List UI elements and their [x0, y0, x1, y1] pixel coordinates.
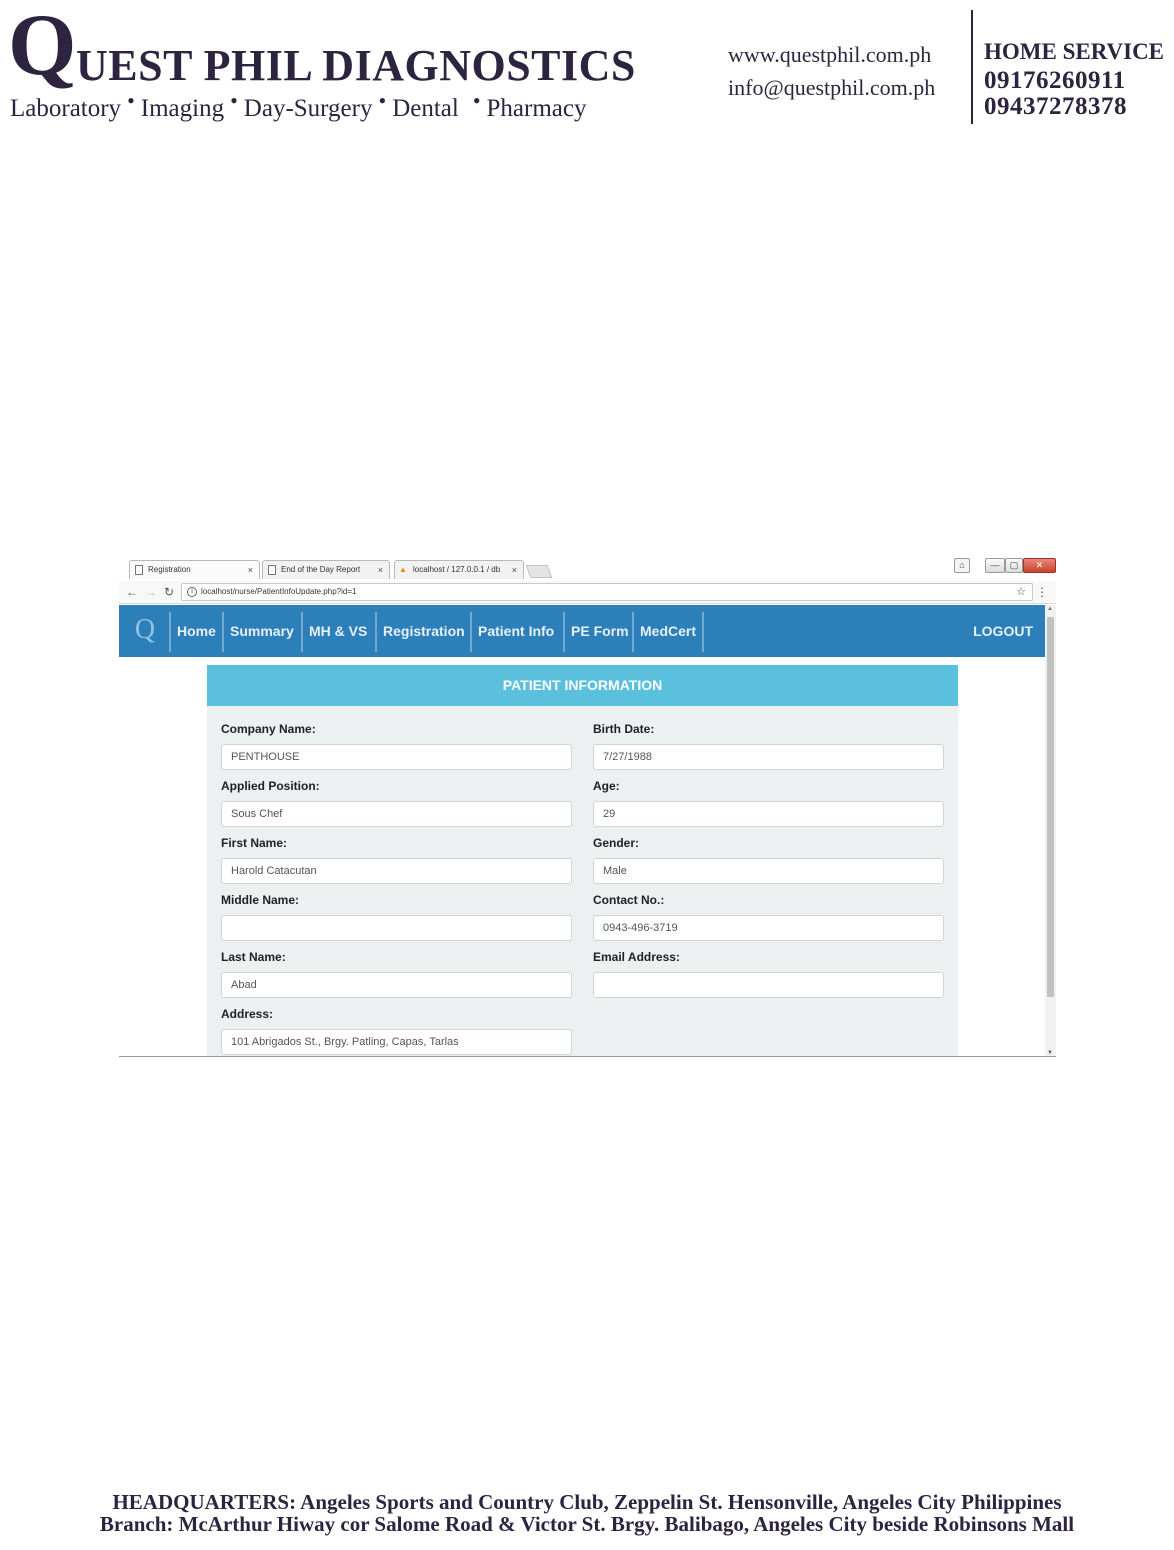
branch-address: Branch: McArthur Hiway cor Salome Road &…	[99, 1512, 1075, 1536]
forward-arrow-icon[interactable]: →	[145, 584, 157, 600]
logout-button[interactable]: LOGOUT	[973, 612, 1033, 650]
email: info@questphil.com.ph	[728, 75, 936, 100]
phone-1: 09176260911	[984, 67, 1126, 94]
field-label: Company Name:	[221, 722, 316, 736]
field-label: Age:	[593, 779, 620, 793]
last-name-input[interactable]: Abad	[221, 972, 572, 998]
close-window-button[interactable]: ✕	[1023, 558, 1056, 573]
page-icon	[135, 565, 143, 575]
letterhead-footer: HEADQUARTERS: Angeles Sports and Country…	[0, 1491, 1174, 1535]
age-input[interactable]: 29	[593, 801, 944, 827]
card-title: PATIENT INFORMATION	[207, 665, 958, 706]
minimize-button[interactable]: —	[985, 558, 1005, 573]
service-pharmacy: Pharmacy	[486, 95, 587, 122]
age-field: Age: 29	[593, 778, 944, 827]
phpmyadmin-icon: ▲	[399, 565, 407, 574]
nav-mh-vs[interactable]: MH & VS	[301, 612, 373, 652]
tab-title: End of the Day Report	[281, 565, 361, 574]
brand-initial: Q	[8, 0, 77, 94]
page-viewport: Q Home Summary MH & VS Registration Pati…	[119, 605, 1056, 1056]
field-label: Gender:	[593, 836, 640, 850]
nav-pe-form[interactable]: PE Form	[563, 612, 635, 652]
nav-summary[interactable]: Summary	[222, 612, 300, 652]
tab-title: Registration	[148, 565, 191, 574]
nav-medcert[interactable]: MedCert	[632, 612, 705, 652]
last-name-field: Last Name: Abad	[221, 949, 572, 998]
email-address-field: Email Address:	[593, 949, 944, 998]
page-icon	[268, 565, 276, 575]
address-input[interactable]: 101 Abrigados St., Brgy. Patling, Capas,…	[221, 1029, 572, 1055]
nav-home[interactable]: Home	[169, 612, 222, 652]
scroll-thumb[interactable]	[1047, 617, 1054, 997]
home-service-title: HOME SERVICE	[984, 39, 1165, 64]
field-label: Middle Name:	[221, 893, 300, 907]
tab-strip: Registration × End of the Day Report × ▲…	[119, 558, 1056, 579]
tab-phpmyadmin[interactable]: ▲ localhost / 127.0.0.1 / db ×	[394, 560, 524, 579]
header-divider	[971, 10, 973, 124]
close-icon[interactable]: ×	[248, 561, 253, 579]
applied-position-field: Applied Position: Sous Chef	[221, 778, 572, 827]
maximize-button[interactable]: ▢	[1005, 558, 1023, 573]
nav-registration[interactable]: Registration	[375, 612, 471, 652]
service-day-surgery: Day-Surgery	[243, 95, 373, 122]
middle-name-field: Middle Name:	[221, 892, 572, 941]
field-label: Last Name:	[221, 950, 286, 964]
close-icon[interactable]: ×	[512, 561, 517, 579]
field-label: Contact No.:	[593, 893, 665, 907]
phone-2: 09437278378	[984, 93, 1127, 120]
user-icon[interactable]: ⌂	[954, 558, 970, 573]
service-imaging: Imaging	[140, 95, 225, 122]
field-label: First Name:	[221, 836, 288, 850]
email-address-input[interactable]	[593, 972, 944, 998]
headquarters-address: HEADQUARTERS: Angeles Sports and Country…	[112, 1490, 1062, 1514]
new-tab-button[interactable]	[525, 565, 553, 578]
tab-end-of-day-report[interactable]: End of the Day Report ×	[262, 560, 390, 579]
app-logo-icon[interactable]: Q	[131, 616, 159, 644]
app-navbar: Q Home Summary MH & VS Registration Pati…	[119, 605, 1045, 657]
gender-input[interactable]: Male	[593, 858, 944, 884]
tab-title: localhost / 127.0.0.1 / db	[413, 565, 501, 574]
scroll-up-icon[interactable]: ▲	[1047, 606, 1053, 612]
reload-icon[interactable]: ↻	[164, 584, 174, 600]
gender-field: Gender: Male	[593, 835, 944, 884]
service-laboratory: Laboratory	[10, 95, 122, 122]
field-label: Birth Date:	[593, 722, 655, 736]
field-label: Address:	[221, 1007, 274, 1021]
birth-date-field: Birth Date: 7/27/1988	[593, 721, 944, 770]
birth-date-input[interactable]: 7/27/1988	[593, 744, 944, 770]
bookmark-star-icon[interactable]: ☆	[1016, 584, 1026, 600]
address-field: Address: 101 Abrigados St., Brgy. Patlin…	[221, 1006, 572, 1055]
address-bar: ← → ↻ i localhost/nurse/PatientInfoUpdat…	[119, 581, 1056, 604]
tab-registration[interactable]: Registration ×	[129, 560, 260, 579]
page-scrollbar[interactable]: ▲ ▼	[1045, 605, 1056, 1056]
patient-info-card: PATIENT INFORMATION Company Name: PENTHO…	[207, 665, 958, 1056]
back-arrow-icon[interactable]: ←	[126, 584, 138, 600]
close-icon[interactable]: ×	[378, 561, 383, 579]
browser-menu-icon[interactable]: ⋮	[1036, 584, 1048, 600]
contact-block: www.questphil.com.ph info@questphil.com.…	[728, 38, 935, 104]
field-label: Applied Position:	[221, 779, 320, 793]
website: www.questphil.com.ph	[728, 42, 932, 67]
browser-window: Registration × End of the Day Report × ▲…	[119, 558, 1056, 1057]
company-name-input[interactable]: PENTHOUSE	[221, 744, 572, 770]
field-label: Email Address:	[593, 950, 680, 964]
letterhead: Q UEST PHIL DIAGNOSTICS Laboratory • Imagi…	[0, 0, 1174, 130]
contact-no-field: Contact No.: 0943-496-3719	[593, 892, 944, 941]
nav-patient-info[interactable]: Patient Info	[470, 612, 560, 652]
middle-name-input[interactable]	[221, 915, 572, 941]
first-name-input[interactable]: Harold Catacutan	[221, 858, 572, 884]
company-name-field: Company Name: PENTHOUSE	[221, 721, 572, 770]
scroll-down-icon[interactable]: ▼	[1047, 1050, 1053, 1056]
first-name-field: First Name: Harold Catacutan	[221, 835, 572, 884]
url-text: localhost/nurse/PatientInfoUpdate.php?id…	[201, 587, 357, 596]
home-service-block: HOME SERVICE 09176260911 09437278378	[984, 38, 1164, 120]
services-line: Laboratory • Imaging • Day-Surgery • Dental • Ph…	[10, 88, 587, 122]
brand-name: UEST PHIL DIAGNOSTICS	[76, 41, 636, 90]
applied-position-input[interactable]: Sous Chef	[221, 801, 572, 827]
info-icon[interactable]: i	[187, 587, 197, 597]
url-input[interactable]: i localhost/nurse/PatientInfoUpdate.php?…	[181, 583, 1033, 601]
contact-no-input[interactable]: 0943-496-3719	[593, 915, 944, 941]
service-dental: Dental	[392, 95, 459, 122]
